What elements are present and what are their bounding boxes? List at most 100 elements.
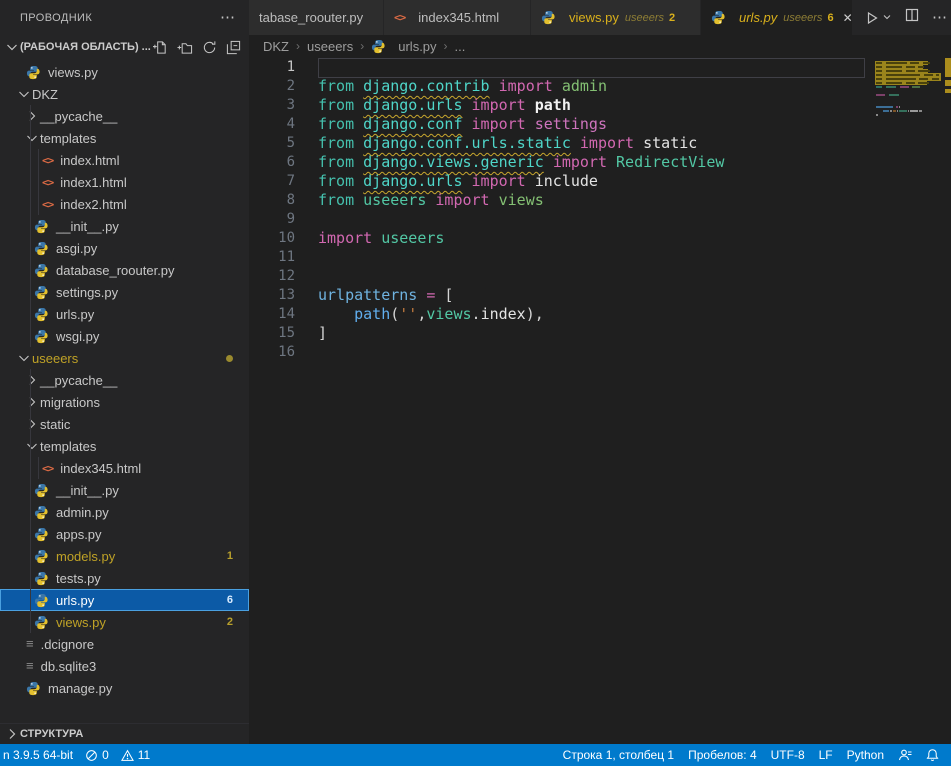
tab-views-py[interactable]: views.pyuseeers2 bbox=[531, 0, 700, 35]
code-editor[interactable]: 12from django.contrib import admin3from … bbox=[249, 57, 951, 744]
code-line-15[interactable]: 15] bbox=[249, 324, 951, 343]
status-item-пробелов-4[interactable]: Пробелов: 4 bbox=[688, 748, 757, 762]
tree-item-templates[interactable]: templates bbox=[0, 435, 249, 457]
code-line-6[interactable]: 6from django.views.generic import Redire… bbox=[249, 153, 951, 172]
tab-problems-badge: 2 bbox=[669, 12, 675, 24]
split-editor-icon[interactable] bbox=[905, 8, 919, 27]
tree-item--pycache-[interactable]: __pycache__ bbox=[0, 369, 249, 391]
tree-item-label: db.sqlite3 bbox=[41, 659, 97, 674]
tree-item-views-py[interactable]: views.py bbox=[0, 61, 249, 83]
tree-item-label: asgi.py bbox=[56, 241, 97, 256]
tree-item-db-sqlite3[interactable]: ≡db.sqlite3 bbox=[0, 655, 249, 677]
code-line-4[interactable]: 4from django.conf import settings bbox=[249, 115, 951, 134]
tree-item-templates[interactable]: templates bbox=[0, 127, 249, 149]
breadcrumb-item-urls-py[interactable]: urls.py bbox=[371, 39, 436, 54]
tree-item-index2-html[interactable]: <>index2.html bbox=[0, 193, 249, 215]
indent-guide bbox=[30, 303, 31, 325]
status-item-warning[interactable]: 11 bbox=[121, 748, 150, 762]
code-line-10[interactable]: 10import useeers bbox=[249, 229, 951, 248]
modified-dot bbox=[226, 355, 233, 362]
tree-item-migrations[interactable]: migrations bbox=[0, 391, 249, 413]
tree-item-urls-py[interactable]: urls.py6 bbox=[0, 589, 249, 611]
minimap[interactable] bbox=[875, 58, 941, 122]
collapse-all-icon[interactable] bbox=[226, 40, 241, 55]
new-file-icon[interactable] bbox=[153, 40, 168, 55]
code-line-9[interactable]: 9 bbox=[249, 210, 951, 229]
line-number: 13 bbox=[249, 286, 295, 305]
status-item-n-3-9-5-64-bit[interactable]: n 3.9.5 64-bit bbox=[3, 748, 73, 762]
html-icon: <> bbox=[394, 11, 412, 24]
tree-item-dkz[interactable]: DKZ bbox=[0, 83, 249, 105]
status-item-feedback[interactable] bbox=[898, 748, 912, 762]
indent-guide bbox=[30, 149, 31, 171]
tree-item-wsgi-py[interactable]: wsgi.py bbox=[0, 325, 249, 347]
code-line-12[interactable]: 12 bbox=[249, 267, 951, 286]
breadcrumb-item-dkz[interactable]: DKZ bbox=[263, 39, 289, 54]
tree-item-settings-py[interactable]: settings.py bbox=[0, 281, 249, 303]
status-item-label: Python bbox=[847, 748, 884, 762]
tree-item--init-py[interactable]: __init__.py bbox=[0, 479, 249, 501]
python-icon bbox=[34, 483, 56, 498]
run-python-file-button[interactable] bbox=[865, 9, 892, 27]
tab-index345-html[interactable]: <>index345.html bbox=[384, 0, 530, 35]
tree-item-urls-py[interactable]: urls.py bbox=[0, 303, 249, 325]
code-line-7[interactable]: 7from django.urls import include bbox=[249, 172, 951, 191]
code-line-14[interactable]: 14 path('',views.index), bbox=[249, 305, 951, 324]
outline-section-header[interactable]: СТРУКТУРА bbox=[0, 723, 249, 744]
run-dropdown-chevron-icon[interactable] bbox=[882, 9, 892, 27]
tree-item-models-py[interactable]: models.py1 bbox=[0, 545, 249, 567]
tree-item-tests-py[interactable]: tests.py bbox=[0, 567, 249, 589]
tree-item-index-html[interactable]: <>index.html bbox=[0, 149, 249, 171]
code-line-13[interactable]: 13urlpatterns = [ bbox=[249, 286, 951, 305]
code-line-16[interactable]: 16 bbox=[249, 343, 951, 362]
close-icon[interactable]: ✕ bbox=[843, 12, 852, 24]
code-text: from django.urls import path bbox=[295, 96, 571, 115]
tree-item--pycache-[interactable]: __pycache__ bbox=[0, 105, 249, 127]
workspace-section-header[interactable]: (РАБОЧАЯ ОБЛАСТЬ) ... bbox=[0, 35, 249, 59]
tab-urls-py[interactable]: urls.pyuseeers6✕ bbox=[701, 0, 852, 35]
code-text: from django.views.generic import Redirec… bbox=[295, 153, 724, 172]
status-item-utf-8[interactable]: UTF-8 bbox=[771, 748, 805, 762]
tree-item-index345-html[interactable]: <>index345.html bbox=[0, 457, 249, 479]
minimap-line bbox=[875, 90, 941, 93]
status-item-lf[interactable]: LF bbox=[819, 748, 833, 762]
minimap-line bbox=[875, 98, 941, 101]
status-item-error[interactable]: 0 bbox=[85, 748, 109, 762]
code-line-8[interactable]: 8from useeers import views bbox=[249, 191, 951, 210]
tree-item-label: templates bbox=[40, 131, 96, 146]
tree-item-useeers[interactable]: useeers bbox=[0, 347, 249, 369]
status-item-python[interactable]: Python bbox=[847, 748, 884, 762]
status-item-label: Строка 1, столбец 1 bbox=[563, 748, 674, 762]
indent-guide bbox=[30, 589, 31, 611]
breadcrumb-item-useeers[interactable]: useeers bbox=[307, 39, 353, 54]
tree-item-label: apps.py bbox=[56, 527, 102, 542]
tree-item-apps-py[interactable]: apps.py bbox=[0, 523, 249, 545]
refresh-icon[interactable] bbox=[202, 40, 217, 55]
new-folder-icon[interactable] bbox=[177, 40, 193, 55]
tree-item--init-py[interactable]: __init__.py bbox=[0, 215, 249, 237]
code-line-5[interactable]: 5from django.conf.urls.static import sta… bbox=[249, 134, 951, 153]
code-text: path('',views.index), bbox=[295, 305, 544, 324]
tree-item-admin-py[interactable]: admin.py bbox=[0, 501, 249, 523]
tree-item-static[interactable]: static bbox=[0, 413, 249, 435]
more-actions-icon[interactable]: ⋯ bbox=[932, 14, 947, 22]
code-line-11[interactable]: 11 bbox=[249, 248, 951, 267]
status-item-bell[interactable] bbox=[926, 748, 939, 762]
explorer-more-icon[interactable]: ⋯ bbox=[220, 13, 235, 23]
code-line-1[interactable]: 1 bbox=[249, 58, 951, 77]
tree-item--dcignore[interactable]: ≡.dcignore bbox=[0, 633, 249, 655]
tree-item-index1-html[interactable]: <>index1.html bbox=[0, 171, 249, 193]
tree-item-views-py[interactable]: views.py2 bbox=[0, 611, 249, 633]
current-line-highlight bbox=[318, 58, 865, 78]
code-line-3[interactable]: 3from django.urls import path bbox=[249, 96, 951, 115]
breadcrumb-item--[interactable]: ... bbox=[455, 39, 466, 54]
chevron-down-icon bbox=[16, 350, 32, 366]
tree-item-manage-py[interactable]: manage.py bbox=[0, 677, 249, 699]
code-text: from django.urls import include bbox=[295, 172, 598, 191]
tab-tabase-roouter-py[interactable]: tabase_roouter.py bbox=[249, 0, 383, 35]
status-item-строка-1-столбец-1[interactable]: Строка 1, столбец 1 bbox=[563, 748, 674, 762]
code-line-2[interactable]: 2from django.contrib import admin bbox=[249, 77, 951, 96]
tree-item-asgi-py[interactable]: asgi.py bbox=[0, 237, 249, 259]
line-number: 12 bbox=[249, 267, 295, 286]
tree-item-database-roouter-py[interactable]: database_roouter.py bbox=[0, 259, 249, 281]
